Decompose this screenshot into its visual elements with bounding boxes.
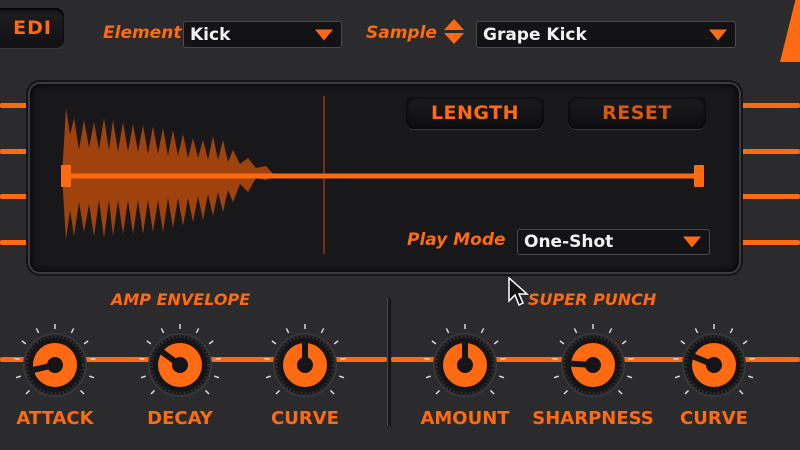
knob-tick	[35, 328, 40, 334]
play-mode-value: One-Shot	[524, 232, 614, 252]
knob-tick	[424, 357, 430, 361]
chevron-down-icon	[683, 236, 701, 248]
knob-tick	[208, 340, 214, 345]
decay-knob[interactable]	[135, 320, 225, 410]
amp-envelope-title: AMP ENVELOPE	[111, 290, 251, 309]
knob-tick	[742, 340, 748, 345]
range-start-handle	[61, 165, 71, 187]
knob-tick	[500, 357, 506, 361]
knob-tick	[559, 340, 565, 345]
knob-tick	[627, 375, 633, 379]
knob-tick	[493, 340, 499, 345]
knob-tick	[431, 340, 437, 345]
knob-tick	[684, 389, 690, 395]
punch-curve-knob[interactable]	[669, 320, 759, 410]
knob-hub	[47, 357, 63, 373]
knob-tick	[499, 375, 505, 379]
knob-tick	[435, 389, 441, 395]
mouse-pointer-icon	[508, 277, 529, 307]
decay-knob-label: DECAY	[147, 408, 213, 429]
knob-tick	[674, 375, 680, 379]
amount-knob[interactable]	[420, 320, 510, 410]
knob-hub	[172, 357, 188, 373]
amount-knob-label: AMOUNT	[420, 408, 510, 429]
knob-tick	[333, 340, 339, 345]
knob-hub	[457, 357, 473, 373]
knob-tick	[673, 357, 679, 361]
knob-tick	[680, 340, 686, 345]
knob-tick	[25, 389, 31, 395]
sharpness-knob-label: SHARPNESS	[532, 408, 654, 429]
knob-tick	[70, 328, 75, 334]
knob-tick	[608, 328, 613, 334]
play-mode-label: Play Mode	[407, 230, 506, 250]
knob-tick	[285, 328, 290, 334]
sharpness-knob[interactable]	[548, 320, 638, 410]
knob-hub	[297, 357, 313, 373]
reset-button[interactable]: RESET	[568, 97, 706, 129]
knob-tick	[553, 375, 559, 379]
attack-knob[interactable]	[10, 320, 100, 410]
knob-tick	[320, 328, 325, 334]
knob-tick	[140, 375, 146, 379]
knob-tick	[83, 340, 89, 345]
knob-tick	[617, 389, 623, 395]
knob-tick	[271, 340, 277, 345]
knob-tick	[160, 328, 165, 334]
knob-tick	[204, 389, 210, 395]
knob-tick	[214, 375, 220, 379]
amp-curve-knob-label: CURVE	[271, 408, 339, 429]
knob-tick	[275, 389, 281, 395]
knob-tick	[139, 357, 145, 361]
knob-tick	[264, 357, 270, 361]
knob-hub	[585, 357, 601, 373]
knob-tick	[729, 328, 734, 334]
knob-tick	[14, 357, 20, 361]
knob-tick	[146, 340, 152, 345]
amp-curve-knob[interactable]	[260, 320, 350, 410]
knob-tick	[265, 375, 271, 379]
length-button[interactable]: LENGTH	[406, 97, 544, 129]
knob-tick	[628, 357, 634, 361]
knob-tick	[748, 375, 754, 379]
section-divider	[387, 298, 391, 426]
knob-tick	[489, 389, 495, 395]
knob-tick	[552, 357, 558, 361]
knob-tick	[694, 328, 699, 334]
knob-tick	[15, 375, 21, 379]
punch-curve-knob-label: CURVE	[680, 408, 748, 429]
knob-tick	[480, 328, 485, 334]
knob-hub	[706, 357, 722, 373]
knob-tick	[79, 389, 85, 395]
knob-tick	[21, 340, 27, 345]
range-end-handle	[694, 165, 704, 187]
knob-tick	[563, 389, 569, 395]
knob-tick	[329, 389, 335, 395]
knob-tick	[150, 389, 156, 395]
knob-tick	[339, 375, 345, 379]
attack-knob-label: ATTACK	[16, 408, 94, 429]
knob-tick	[738, 389, 744, 395]
knob-tick	[749, 357, 755, 361]
knob-tick	[215, 357, 221, 361]
super-punch-title: SUPER PUNCH	[528, 290, 657, 309]
knob-tick	[573, 328, 578, 334]
knob-tick	[445, 328, 450, 334]
knob-tick	[195, 328, 200, 334]
knob-tick	[89, 375, 95, 379]
knob-tick	[621, 340, 627, 345]
knob-tick	[340, 357, 346, 361]
play-mode-dropdown[interactable]: One-Shot	[517, 229, 710, 255]
knob-tick	[425, 375, 431, 379]
knob-tick	[90, 357, 96, 361]
